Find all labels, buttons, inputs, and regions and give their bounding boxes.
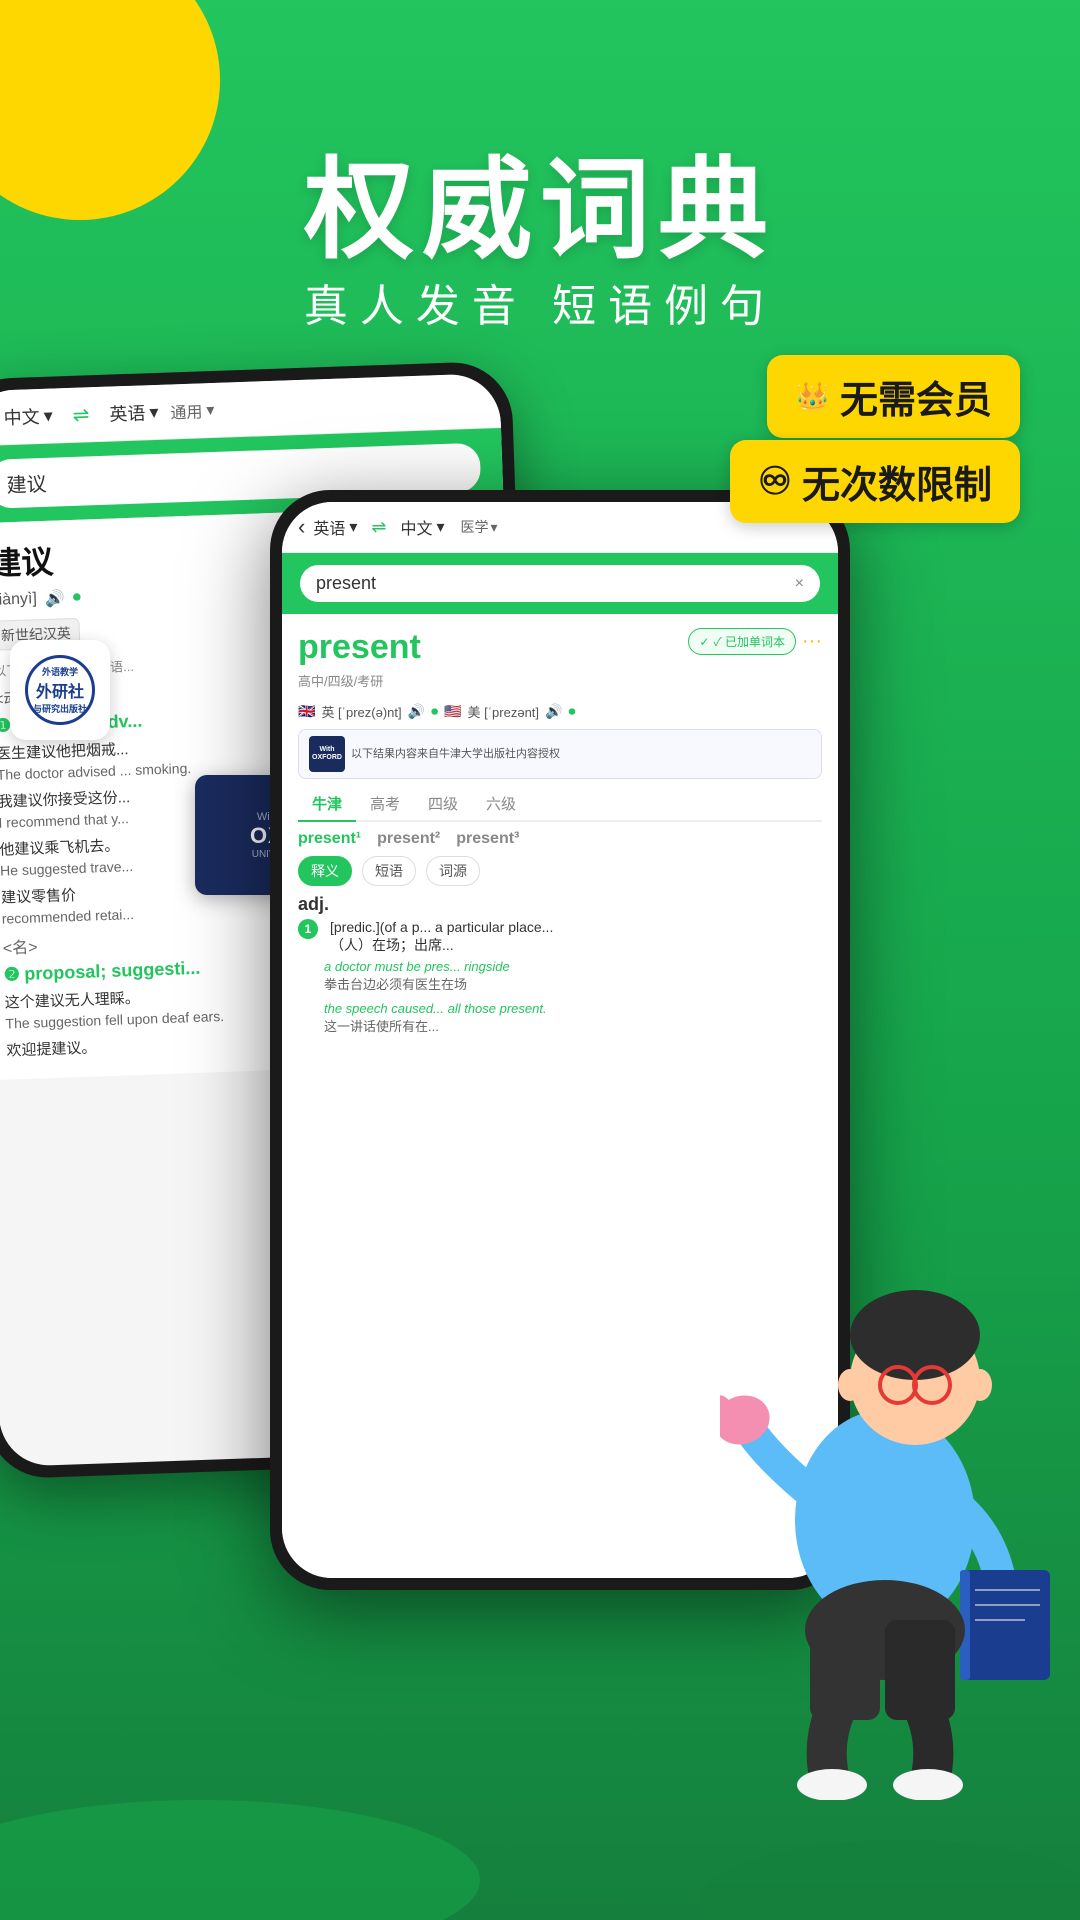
clear-icon[interactable]: × [795, 575, 804, 593]
no-member-label: 无需会员 [840, 369, 992, 424]
meaning-tab-etymology[interactable]: 词源 [426, 856, 480, 886]
meaning-tab-definition[interactable]: 释义 [298, 856, 352, 886]
part-of-speech: adj. [298, 894, 822, 915]
definition-2: the speech caused... all those present. … [298, 1001, 822, 1035]
uk-phonetic: 英 [ˈprez(ə)nt] [321, 702, 401, 721]
meaning-tabs-row: 释义 短语 词源 [298, 856, 822, 886]
definition-1: 1 [predic.](of a p... a particular place… [298, 919, 822, 993]
en-word-title: present [298, 628, 421, 667]
no-member-badge: 👑 无需会员 [767, 355, 1020, 438]
tab-cet6[interactable]: 六级 [472, 787, 530, 822]
ex-cn-2: 这一讲话使所有在... [324, 1016, 822, 1035]
speaker-icon[interactable]: 🔊 [45, 588, 66, 609]
main-mode-selector[interactable]: 医学 ▾ [461, 517, 498, 537]
variant-2[interactable]: present² [377, 830, 440, 848]
tab-cet4[interactable]: 四级 [414, 787, 472, 822]
crown-icon: 👑 [795, 380, 830, 413]
word-variants-row: present¹ present² present³ [298, 830, 822, 848]
dict-tabs-row: 牛津 高考 四级 六级 [298, 787, 822, 822]
main-search-input[interactable]: present × [298, 563, 822, 604]
example-block-1: a doctor must be pres... ringside 拳击台边必须… [298, 959, 822, 993]
publisher-circle: 外语教学 外研社 与研究出版社 [25, 655, 95, 725]
word-levels: 高中/四级/考研 [298, 671, 421, 690]
phonetics-row: 🇬🇧 英 [ˈprez(ə)nt] 🔊 ⏺ 🇺🇸 美 [ˈprezənt] 🔊 … [298, 702, 822, 721]
hero-subtitle: 真人发音 短语例句 [0, 270, 1080, 334]
publisher-logo: 外语教学 外研社 与研究出版社 [10, 640, 110, 740]
variant-1[interactable]: present¹ [298, 830, 361, 848]
us-phonetic-btn[interactable]: ⏺ [568, 703, 575, 720]
lang-from-selector[interactable]: 中文 ▾ [3, 403, 53, 431]
oxford-watermark: With OXFORD 以下结果内容来自牛津大学出版社内容授权 [298, 729, 822, 779]
hero-title: 权威词典 [0, 120, 1080, 280]
lang-to-selector[interactable]: 英语 ▾ [109, 399, 159, 427]
us-flag: 🇺🇸 [444, 703, 461, 720]
meaning-tab-phrase[interactable]: 短语 [362, 856, 416, 886]
oxford-source-text: 以下结果内容来自牛津大学出版社内容授权 [351, 747, 560, 761]
def-text-2: proposal; suggesti... [24, 958, 201, 984]
main-lang-from[interactable]: 英语 ▾ [313, 515, 357, 539]
uk-speaker[interactable]: 🔊 [408, 703, 425, 720]
oxford-logo-small: With OXFORD [309, 736, 345, 772]
us-speaker[interactable]: 🔊 [545, 703, 562, 720]
phonetic-icon2[interactable]: ⏺ [73, 589, 82, 607]
us-phonetic: 美 [ˈprezənt] [468, 702, 540, 721]
character-illustration [720, 1200, 1080, 1800]
main-lang-to[interactable]: 中文 ▾ [400, 515, 444, 539]
tab-gaokao[interactable]: 高考 [356, 787, 414, 822]
variant-3[interactable]: present³ [456, 830, 519, 848]
unlimited-label: 无次数限制 [802, 454, 992, 509]
tab-oxford[interactable]: 牛津 [298, 787, 356, 822]
mode-selector[interactable]: 通用 ▾ [170, 398, 215, 424]
main-swap-icon[interactable]: ⇌ [371, 517, 386, 538]
def-number-1: 1 [298, 919, 318, 939]
def-cn-1: （人）在场；出席... [330, 935, 553, 955]
infinite-icon: ♾ [758, 459, 792, 504]
more-options-button[interactable]: ··· [802, 630, 822, 653]
main-search-bar: present × [282, 553, 838, 614]
main-back-button[interactable]: ‹ [298, 514, 305, 540]
uk-phonetic-btn[interactable]: ⏺ [431, 703, 438, 720]
ex-cn-1: 拳击台边必须有医生在场 [324, 974, 822, 993]
example-block-2: the speech caused... all those present. … [298, 1001, 822, 1035]
def-num-2: ❷ [3, 964, 20, 985]
ex-en-1: a doctor must be pres... ringside [324, 959, 822, 974]
ex-en-2: the speech caused... all those present. [324, 1001, 822, 1016]
added-wordbook-badge[interactable]: ✓ ✓ 已加单词本 [688, 628, 796, 655]
uk-flag: 🇬🇧 [298, 703, 315, 720]
unlimited-badge: ♾ 无次数限制 [730, 440, 1020, 523]
def-prefix-1: [predic.](of a p... a particular place..… [330, 919, 553, 935]
swap-icon[interactable]: ⇌ [72, 402, 90, 428]
